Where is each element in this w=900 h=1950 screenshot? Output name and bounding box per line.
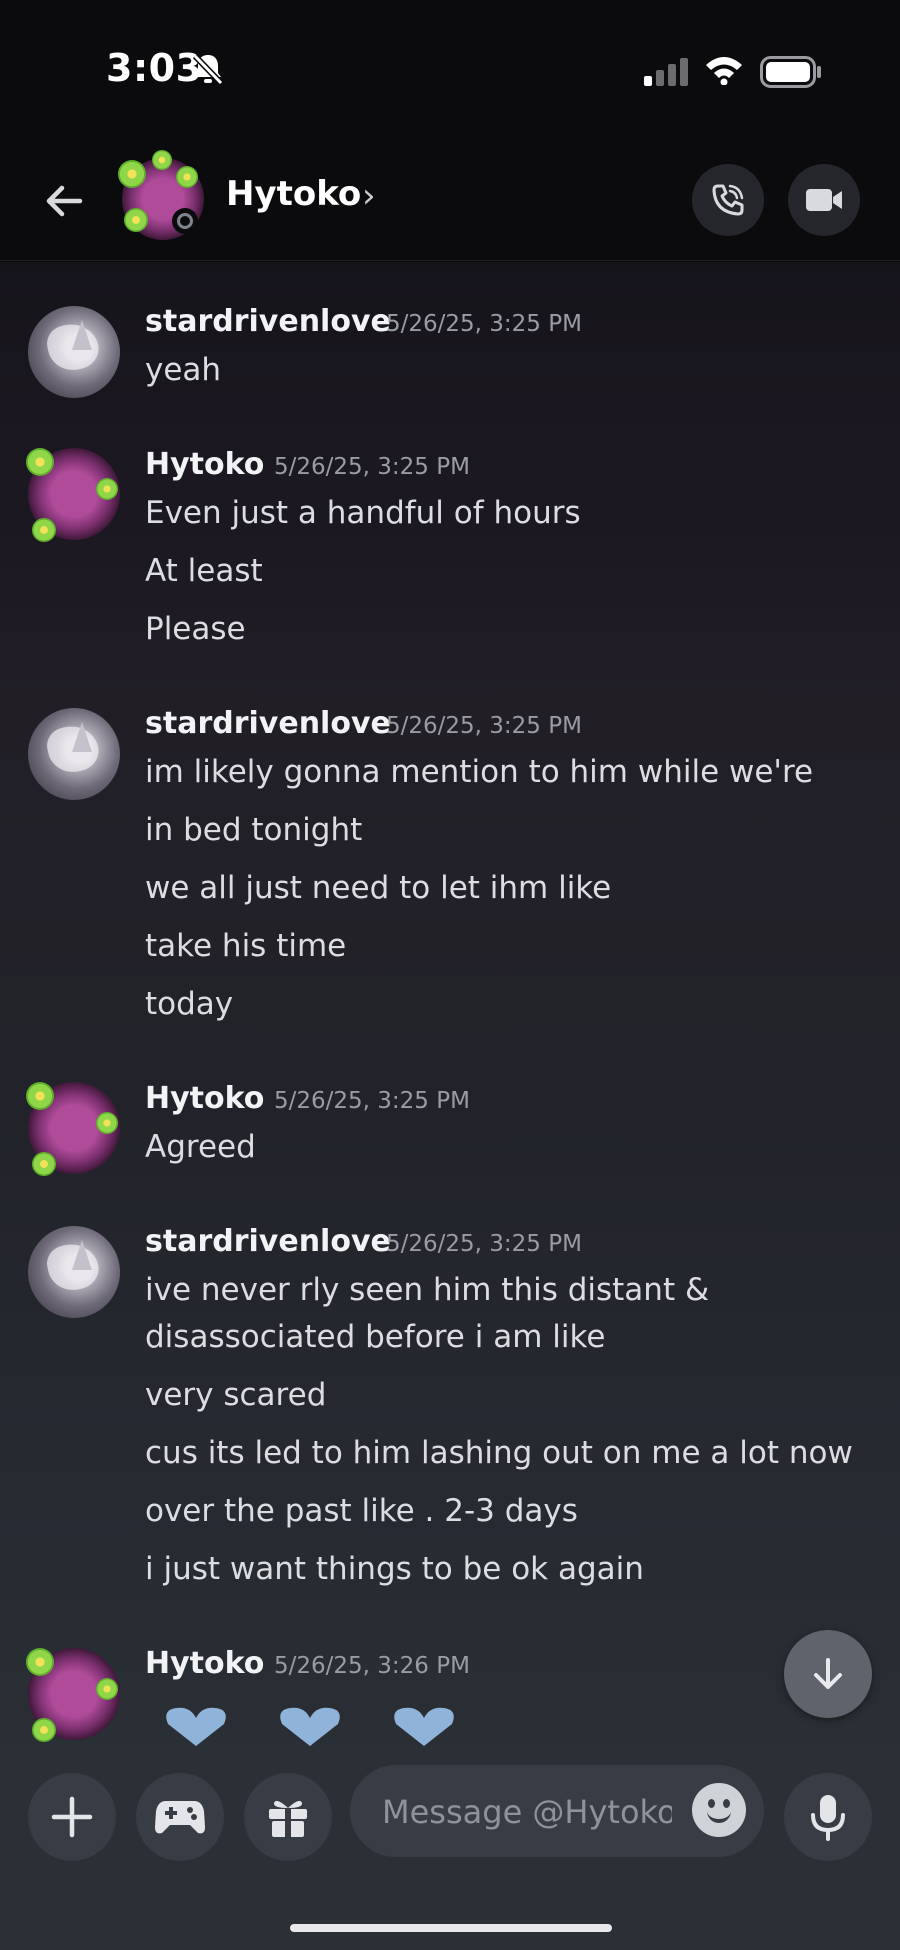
chat-header: Hytoko ›	[0, 140, 900, 261]
message-text: im likely gonna mention to him while we'…	[145, 754, 814, 790]
plus-icon	[51, 1796, 93, 1838]
battery-icon	[760, 56, 821, 88]
blue-heart-icon	[166, 1707, 226, 1746]
blue-heart-icon	[280, 1707, 340, 1746]
message-text: we all just need to let ihm like	[145, 870, 612, 906]
message-text: disassociated before i am like	[145, 1319, 606, 1355]
avatar[interactable]	[28, 1226, 120, 1318]
avatar[interactable]	[26, 1648, 120, 1742]
status-time: 3:03	[106, 46, 203, 90]
message-text: take his time	[145, 928, 347, 964]
message-timestamp: 5/26/25, 3:25 PM	[386, 713, 582, 739]
microphone-icon	[811, 1795, 845, 1841]
voice-message-button[interactable]	[784, 1773, 872, 1861]
message-text: ive never rly seen him this distant &	[145, 1272, 710, 1308]
message-input-wrapper	[350, 1765, 764, 1859]
message-author[interactable]: stardrivenlove	[145, 1224, 391, 1259]
message-text: Agreed	[145, 1129, 256, 1165]
gamepad-icon	[155, 1801, 205, 1834]
message-text: very scared	[145, 1377, 327, 1413]
message-timestamp: 5/26/25, 3:25 PM	[386, 1231, 582, 1257]
page-title[interactable]: Hytoko	[226, 174, 361, 214]
message-author[interactable]: stardrivenlove	[145, 304, 391, 339]
avatar[interactable]	[26, 1082, 120, 1176]
message-text: cus its led to him lashing out on me a l…	[145, 1435, 853, 1471]
arrow-down-icon	[814, 1658, 842, 1689]
avatar[interactable]	[26, 448, 120, 542]
home-indicator[interactable]	[290, 1924, 612, 1932]
message-text: Please	[145, 611, 246, 647]
message-timestamp: 5/26/25, 3:25 PM	[274, 1088, 470, 1114]
message-text: i just want things to be ok again	[145, 1551, 644, 1587]
message-timestamp: 5/26/25, 3:25 PM	[274, 454, 470, 480]
video-camera-icon	[806, 189, 842, 211]
wifi-icon	[706, 57, 742, 85]
message-author[interactable]: stardrivenlove	[145, 706, 391, 741]
message-author[interactable]: Hytoko	[145, 447, 264, 482]
avatar[interactable]	[28, 708, 120, 800]
blue-heart-icon	[394, 1707, 454, 1746]
voice-call-button[interactable]	[692, 164, 764, 236]
message-text: in bed tonight	[145, 812, 363, 848]
message-input[interactable]	[380, 1765, 674, 1859]
gift-button[interactable]	[244, 1773, 332, 1861]
video-call-button[interactable]	[788, 164, 860, 236]
message-composer	[0, 1746, 900, 1950]
message-text: over the past like . 2-3 days	[145, 1493, 578, 1529]
status-bar: 3:03	[0, 0, 900, 140]
message-timestamp: 5/26/25, 3:25 PM	[386, 311, 582, 337]
message-timestamp: 5/26/25, 3:26 PM	[274, 1653, 470, 1679]
arrow-left-icon[interactable]	[40, 176, 90, 226]
cellular-signal-icon	[644, 58, 688, 86]
message-text: yeah	[145, 352, 222, 388]
activities-button[interactable]	[136, 1773, 224, 1861]
status-indicator	[172, 208, 198, 234]
gift-icon	[269, 1800, 307, 1837]
avatar[interactable]	[28, 306, 120, 398]
emoji-icon[interactable]	[692, 1783, 746, 1837]
bell-muted-icon	[192, 53, 224, 86]
chevron-right-icon[interactable]: ›	[362, 176, 376, 216]
message-text: At least	[145, 553, 263, 589]
message-author[interactable]: Hytoko	[145, 1646, 264, 1681]
add-attachment-button[interactable]	[28, 1773, 116, 1861]
message-text: today	[145, 986, 234, 1022]
jump-to-bottom-button[interactable]	[784, 1630, 872, 1718]
message-text: Even just a handful of hours	[145, 495, 581, 531]
message-author[interactable]: Hytoko	[145, 1081, 264, 1116]
phone-call-icon	[712, 184, 744, 216]
